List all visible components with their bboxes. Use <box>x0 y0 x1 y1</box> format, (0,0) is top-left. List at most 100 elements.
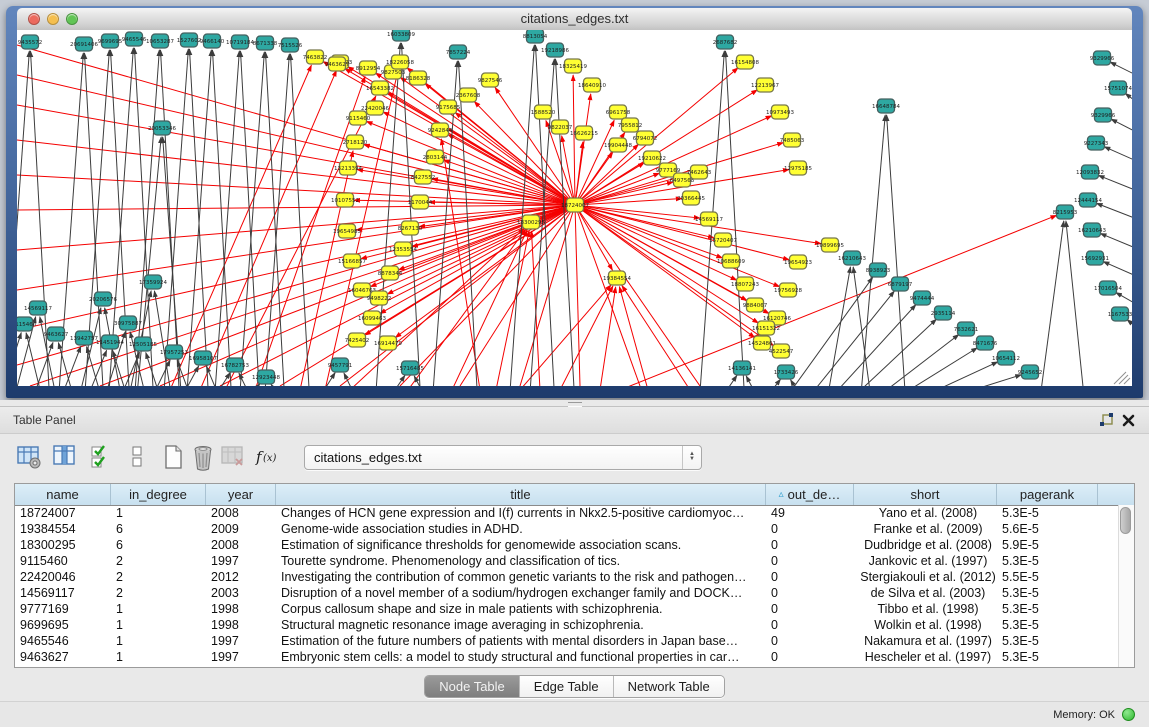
table-row[interactable]: 1830029562008Estimation of significance … <box>15 537 1134 553</box>
graph-node[interactable]: 9435572 <box>18 35 43 49</box>
graph-node[interactable]: 14569117 <box>695 212 723 226</box>
tab-node-table[interactable]: Node Table <box>425 676 520 697</box>
graph-node[interactable]: 4522547 <box>769 344 794 358</box>
graph-node[interactable]: 14136141 <box>728 361 756 375</box>
table-row[interactable]: 1938455462009Genome-wide association stu… <box>15 521 1134 537</box>
graph-node[interactable]: 14569117 <box>24 301 52 315</box>
graph-node[interactable]: 9465546 <box>122 32 147 46</box>
graph-node[interactable]: 9175685 <box>436 100 461 114</box>
graph-node[interactable]: 8938923 <box>866 263 891 277</box>
table-row[interactable]: 946362711997Embryonic stem cells: a mode… <box>15 649 1134 665</box>
table-row[interactable]: 969969511998Structural magnetic resonanc… <box>15 617 1134 633</box>
graph-node[interactable]: 1733426 <box>774 365 799 379</box>
graph-node[interactable]: 6794072 <box>633 131 658 145</box>
table-row[interactable]: 977716911998Corpus callosum shape and si… <box>15 601 1134 617</box>
graph-node[interactable]: 8427552 <box>411 170 436 184</box>
tab-network-table[interactable]: Network Table <box>614 676 724 697</box>
column-header-year[interactable]: year <box>206 484 276 505</box>
graph-node[interactable]: 13213394 <box>334 161 362 175</box>
column-header-title[interactable]: title <box>276 484 766 505</box>
graph-node[interactable]: 12505185 <box>129 337 157 351</box>
graph-node[interactable]: 9457791 <box>328 358 353 372</box>
network-canvas[interactable]: 1872400718325419186409106961758795581216… <box>17 30 1132 386</box>
graph-node[interactable]: 19654923 <box>784 255 812 269</box>
graph-node[interactable]: 8912954 <box>356 61 381 75</box>
graph-node[interactable]: 8471676 <box>973 336 998 350</box>
citation-network-graph[interactable]: 1872400718325419186409106961758795581216… <box>17 30 1132 386</box>
table-select-dropdown[interactable]: citations_edges.txt ▲▼ <box>304 445 702 470</box>
graph-node[interactable]: 20691406 <box>70 37 98 51</box>
graph-node[interactable]: 7463822 <box>303 50 328 64</box>
table-row[interactable]: 946554611997Estimation of the future num… <box>15 633 1134 649</box>
canvas-resize-grip[interactable] <box>1114 372 1130 384</box>
graph-node[interactable]: 2687682 <box>713 35 738 49</box>
table-mode-button[interactable] <box>14 441 44 473</box>
graph-node[interactable]: 9227343 <box>1084 136 1109 150</box>
network-view-window[interactable]: citations_edges.txt 18724007183254191864… <box>6 6 1143 398</box>
graph-node[interactable]: 15751074 <box>1104 81 1132 95</box>
graph-node[interactable]: 15692931 <box>1081 251 1109 265</box>
graph-node[interactable]: 9884067 <box>743 298 768 312</box>
column-header-name[interactable]: name <box>15 484 111 505</box>
graph-node[interactable]: 7462643 <box>687 165 712 179</box>
graph-node[interactable]: 10719184 <box>226 35 254 49</box>
graph-node[interactable]: 19756928 <box>774 283 802 297</box>
tab-edge-table[interactable]: Edge Table <box>520 676 614 697</box>
graph-node[interactable]: 10899695 <box>816 238 844 252</box>
table-row[interactable]: 1872400712008Changes of HCN gene express… <box>15 505 1134 521</box>
graph-node[interactable]: 30975887 <box>114 316 142 330</box>
graph-node[interactable]: 8813054 <box>523 30 548 43</box>
graph-node[interactable]: 9463627 <box>44 327 69 341</box>
graph-node[interactable]: 19218986 <box>541 43 569 57</box>
graph-node[interactable]: 8215953 <box>1053 205 1078 219</box>
graph-node[interactable]: 16210643 <box>838 251 866 265</box>
graph-node[interactable]: 7632621 <box>954 322 979 336</box>
graph-node[interactable]: 6879197 <box>888 277 913 291</box>
select-rows-button[interactable] <box>86 441 116 473</box>
unselect-rows-button[interactable] <box>122 441 152 473</box>
graph-node[interactable]: 8878344 <box>378 266 403 280</box>
graph-node[interactable]: 12444154 <box>1074 193 1102 207</box>
graph-node[interactable]: 9115460 <box>17 317 37 331</box>
graph-node[interactable]: 16154808 <box>731 55 759 69</box>
graph-node[interactable]: 12975185 <box>784 161 812 175</box>
graph-node[interactable]: 9827546 <box>478 73 503 87</box>
panel-splitter[interactable] <box>0 400 1149 406</box>
graph-node[interactable]: 9474444 <box>910 291 935 305</box>
column-header-short[interactable]: short <box>854 484 997 505</box>
graph-node[interactable]: 1527602 <box>177 33 202 47</box>
graph-node[interactable]: 17016504 <box>1094 281 1122 295</box>
column-header-in_degree[interactable]: in_degree <box>111 484 206 505</box>
column-header-out_de[interactable]: ▵out_de… <box>766 484 854 505</box>
table-scrollbar[interactable] <box>1118 505 1134 667</box>
graph-node[interactable]: 10653287 <box>146 34 174 48</box>
graph-node[interactable]: 15720407 <box>709 233 737 247</box>
graph-node[interactable]: 7485063 <box>780 133 805 147</box>
graph-node[interactable]: 9498222 <box>367 291 392 305</box>
scrollbar-thumb[interactable] <box>1120 507 1131 534</box>
graph-node[interactable]: 9699695 <box>98 34 123 48</box>
table-row[interactable]: 911546021997Tourette syndrome. Phenomeno… <box>15 553 1134 569</box>
graph-node[interactable]: 6961758 <box>606 105 631 119</box>
graph-node[interactable]: 19654985 <box>333 224 361 238</box>
graph-node[interactable]: 1167533 <box>1108 307 1132 321</box>
graph-node[interactable]: 7857224 <box>446 45 471 59</box>
graph-node[interactable]: 10107552 <box>331 193 359 207</box>
delete-column-button[interactable] <box>218 441 248 473</box>
float-panel-button[interactable] <box>1095 410 1117 430</box>
graph-node[interactable]: 2367608 <box>456 88 481 102</box>
close-panel-button[interactable] <box>1117 410 1139 430</box>
graph-node[interactable]: 12213967 <box>751 78 779 92</box>
graph-node[interactable]: 9822037 <box>548 120 573 134</box>
graph-node[interactable]: 8671338 <box>253 36 278 50</box>
graph-node[interactable]: 8186328 <box>406 71 431 85</box>
graph-node[interactable]: 1588520 <box>531 105 556 119</box>
table-row[interactable]: 2242004622012Investigating the contribut… <box>15 569 1134 585</box>
graph-node[interactable]: 16782753 <box>221 358 249 372</box>
graph-node[interactable]: 9245652 <box>1018 365 1043 379</box>
graph-node[interactable]: 2935114 <box>931 306 956 320</box>
network-window-titlebar[interactable]: citations_edges.txt <box>17 8 1132 31</box>
graph-node[interactable]: 12093832 <box>1076 165 1104 179</box>
graph-node[interactable]: 7955812 <box>618 118 643 132</box>
graph-node[interactable]: 19384554 <box>603 271 631 285</box>
